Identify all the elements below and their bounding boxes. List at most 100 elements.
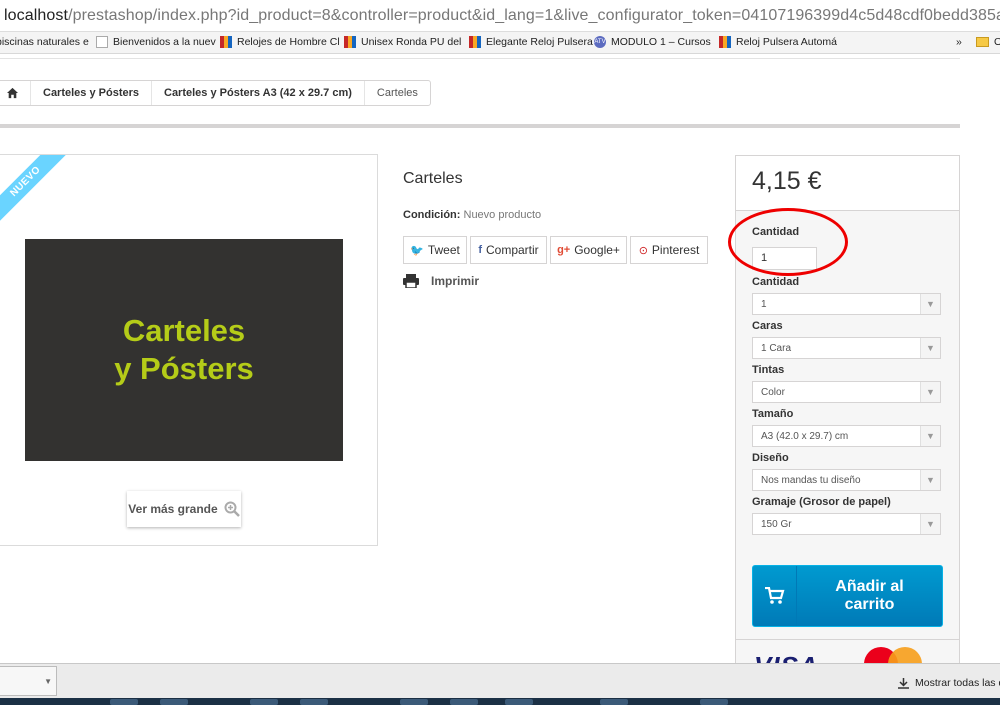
zoom-icon — [224, 501, 240, 517]
bookmark-label: MODULO 1 – Cursos — [611, 36, 711, 48]
taskbar-app[interactable] — [450, 699, 478, 705]
condition-value: Nuevo producto — [463, 209, 542, 221]
add-to-cart-button[interactable]: Añadir al carrito — [752, 565, 943, 627]
select-value: Color — [761, 387, 785, 398]
size-select[interactable]: A3 (42.0 x 29.7) cm ▼ — [752, 425, 941, 447]
stripe-icon — [719, 36, 731, 48]
bookmark-item[interactable]: Relojes de Hombre Cl — [220, 36, 340, 48]
condition-label: Condición: — [403, 209, 461, 221]
taskbar-app[interactable] — [400, 699, 428, 705]
product-image[interactable]: Carteles y Pósters — [25, 239, 343, 461]
show-all-label: Mostrar todas las d — [915, 677, 1000, 689]
add-to-cart-label: Añadir al carrito — [797, 578, 942, 614]
pinterest-label: Pinterest — [651, 243, 700, 257]
taskbar-app[interactable] — [160, 699, 188, 705]
product-image-box: NUEVO Carteles y Pósters Ver más grande — [0, 154, 378, 546]
visa-logo: VISA — [754, 651, 819, 663]
address-bar[interactable]: localhost/prestashop/index.php?id_produc… — [0, 0, 1000, 32]
new-badge: NUEVO — [0, 155, 72, 228]
home-icon — [7, 87, 18, 99]
bookmark-item[interactable]: ATV MODULO 1 – Cursos — [594, 36, 711, 48]
pinterest-button[interactable]: ⊙ Pinterest — [630, 236, 708, 264]
downloads-bar: ▼ Mostrar todas las d — [0, 663, 1000, 698]
bookmark-label: Reloj Pulsera Automá — [736, 36, 837, 48]
bookmark-item[interactable]: Unisex Ronda PU del — [344, 36, 461, 48]
url-path: /prestashop/index.php?id_product=8&contr… — [68, 7, 1000, 24]
product-condition: Condición: Nuevo producto — [403, 209, 541, 221]
taskbar-app[interactable] — [250, 699, 278, 705]
other-bookmarks[interactable]: O — [976, 36, 1000, 48]
google-plus-icon: g+ — [557, 244, 571, 256]
option-label: Cantidad — [752, 276, 800, 288]
overflow-label: » — [956, 36, 962, 48]
chevron-down-icon: ▼ — [920, 382, 940, 402]
chevron-down-icon: ▼ — [920, 470, 940, 490]
printer-icon — [403, 274, 419, 288]
section-divider — [0, 124, 960, 128]
bookmark-label: Bienvenidos a la nuev — [113, 36, 216, 48]
bookmark-item[interactable]: Elegante Reloj Pulsera — [469, 36, 593, 48]
divider — [736, 639, 959, 640]
pinterest-icon: ⊙ — [638, 244, 648, 257]
stripe-icon — [469, 36, 481, 48]
breadcrumb-home[interactable] — [0, 81, 31, 105]
round-icon: ATV — [594, 36, 606, 48]
facebook-label: Compartir — [485, 243, 539, 257]
breadcrumb-item[interactable]: Carteles y Pósters A3 (42 x 29.7 cm) — [152, 81, 365, 105]
bookmark-label: piscinas naturales e — [0, 36, 89, 48]
chevron-down-icon: ▼ — [44, 677, 52, 686]
quantity-select[interactable]: 1 ▼ — [752, 293, 941, 315]
os-taskbar — [0, 698, 1000, 705]
product-page: Carteles y Pósters Carteles y Pósters A3… — [0, 54, 1000, 663]
stripe-icon — [344, 36, 356, 48]
taskbar-app[interactable] — [600, 699, 628, 705]
facebook-icon: f — [478, 244, 482, 256]
taskbar-app[interactable] — [300, 699, 328, 705]
select-value: 150 Gr — [761, 519, 792, 530]
chevron-down-icon: ▼ — [920, 514, 940, 534]
poster-line: Carteles — [122, 313, 246, 348]
poster-text: Carteles y Pósters — [114, 312, 254, 388]
tweet-label: Tweet — [427, 243, 460, 257]
option-label: Caras — [752, 320, 783, 332]
sides-select[interactable]: 1 Cara ▼ — [752, 337, 941, 359]
show-all-downloads-link[interactable]: Mostrar todas las d — [898, 677, 1000, 689]
bookmark-item[interactable]: piscinas naturales e — [0, 36, 89, 48]
chevron-down-icon: ▼ — [920, 426, 940, 446]
taskbar-app[interactable] — [505, 699, 533, 705]
google-plus-button[interactable]: g+ Google+ — [550, 236, 627, 264]
paper-weight-select[interactable]: 150 Gr ▼ — [752, 513, 941, 535]
twitter-icon: 🐦 — [410, 244, 424, 257]
breadcrumb: Carteles y Pósters Carteles y Pósters A3… — [0, 80, 431, 106]
url-text[interactable]: localhost/prestashop/index.php?id_produc… — [4, 7, 1000, 25]
print-label: Imprimir — [431, 274, 480, 288]
view-larger-button[interactable]: Ver más grande — [127, 491, 241, 527]
option-label: Diseño — [752, 452, 789, 464]
stripe-icon — [220, 36, 232, 48]
bookmark-label: Unisex Ronda PU del — [361, 36, 462, 48]
print-link[interactable]: Imprimir — [403, 274, 479, 288]
breadcrumb-current: Carteles — [376, 87, 418, 99]
header-strip — [0, 54, 960, 59]
option-label: Gramaje (Grosor de papel) — [752, 496, 891, 508]
mastercard-logo-overlap — [888, 647, 922, 663]
option-label: Tamaño — [752, 408, 794, 420]
folder-icon — [976, 37, 989, 47]
chevron-down-icon: ▼ — [920, 294, 940, 314]
bookmarks-overflow[interactable]: » — [956, 36, 962, 48]
download-icon — [898, 677, 909, 689]
cart-line: Añadir al — [835, 578, 904, 595]
design-select[interactable]: Nos mandas tu diseño ▼ — [752, 469, 941, 491]
inks-select[interactable]: Color ▼ — [752, 381, 941, 403]
taskbar-app[interactable] — [110, 699, 138, 705]
download-item[interactable]: ▼ — [0, 666, 57, 696]
bookmark-label: Elegante Reloj Pulsera — [486, 36, 593, 48]
tweet-button[interactable]: 🐦 Tweet — [403, 236, 467, 264]
select-value: A3 (42.0 x 29.7) cm — [761, 431, 849, 442]
annotation-circle — [728, 208, 848, 276]
breadcrumb-item[interactable]: Carteles y Pósters — [31, 81, 152, 105]
taskbar-app[interactable] — [700, 699, 728, 705]
bookmark-item[interactable]: Bienvenidos a la nuev — [96, 36, 216, 48]
facebook-share-button[interactable]: f Compartir — [470, 236, 547, 264]
bookmark-item[interactable]: Reloj Pulsera Automá — [719, 36, 837, 48]
